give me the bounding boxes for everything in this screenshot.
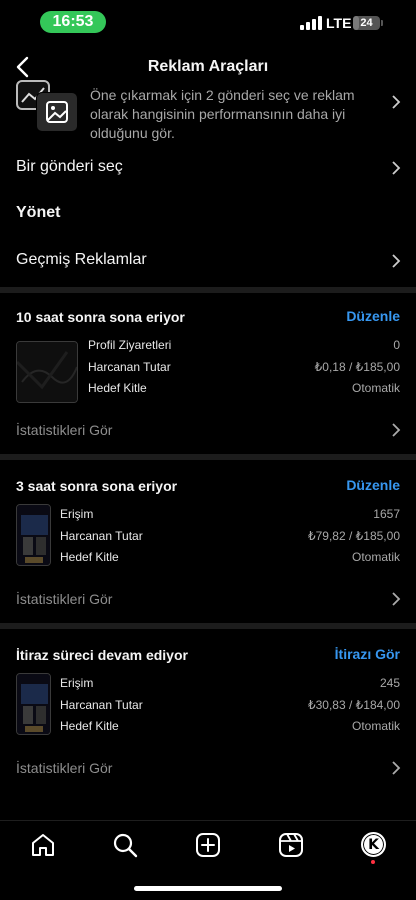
view-insights-link[interactable]: İstatistikleri Gör xyxy=(16,760,112,776)
network-type: LTE xyxy=(326,15,352,31)
metric-value: ₺79,82 / ₺185,00 xyxy=(307,529,400,543)
ad-status: 3 saat sonra sona eriyor xyxy=(16,478,178,494)
metric-label: Hedef Kitle xyxy=(88,381,147,395)
avatar-initial: K xyxy=(368,837,379,853)
metric-value: Otomatik xyxy=(351,550,400,564)
reels-icon[interactable] xyxy=(277,831,305,859)
image-icon xyxy=(36,92,78,132)
compare-posts-row[interactable]: Öne çıkarmak için 2 gönderi seç ve rekla… xyxy=(0,78,416,141)
divider xyxy=(0,454,416,460)
view-insights-link[interactable]: İstatistikleri Gör xyxy=(16,591,112,607)
home-icon[interactable] xyxy=(29,831,57,859)
metric-label: Harcanan Tutar xyxy=(60,529,143,543)
chevron-right-icon xyxy=(392,95,401,109)
metric-label: Erişim xyxy=(60,676,94,690)
chevron-right-icon[interactable] xyxy=(391,592,401,606)
home-indicator xyxy=(134,886,282,891)
manage-section: Yönet xyxy=(0,191,416,237)
edit-button[interactable]: Düzenle xyxy=(346,477,400,493)
metric-label: Harcanan Tutar xyxy=(60,698,143,712)
ad-thumbnail[interactable] xyxy=(16,504,51,566)
notification-dot xyxy=(371,860,375,864)
metric-value: Otomatik xyxy=(351,381,400,395)
search-icon[interactable] xyxy=(111,831,139,859)
compare-description: Öne çıkarmak için 2 gönderi seç ve rekla… xyxy=(90,87,355,141)
metric-label: Hedef Kitle xyxy=(60,550,119,564)
edit-button[interactable]: Düzenle xyxy=(346,308,400,324)
ad-status: 10 saat sonra sona eriyor xyxy=(16,309,185,325)
metric-label: Hedef Kitle xyxy=(60,719,119,733)
past-ads-label: Geçmiş Reklamlar xyxy=(16,251,147,268)
manage-heading: Yönet xyxy=(16,204,61,221)
page-title: Reklam Araçları xyxy=(147,58,269,75)
ad-thumbnail[interactable] xyxy=(16,341,78,403)
metric-value: Otomatik xyxy=(351,719,400,733)
metric-value: 0 xyxy=(393,338,400,352)
profile-avatar[interactable]: K xyxy=(361,832,386,857)
battery-percent: 24 xyxy=(360,17,373,29)
battery-cap xyxy=(381,20,383,26)
ad-card: 3 saat sonra sona eriyor Düzenle Erişim … xyxy=(0,462,416,624)
ad-thumbnail[interactable] xyxy=(16,673,51,735)
metric-label: Profil Ziyaretleri xyxy=(88,338,172,352)
status-time: 16:53 xyxy=(40,11,106,33)
status-bar: 16:53 LTE 24 xyxy=(0,0,416,44)
metric-value: 245 xyxy=(379,676,400,690)
divider xyxy=(0,623,416,629)
past-ads-row[interactable]: Geçmiş Reklamlar xyxy=(0,238,416,284)
view-insights-link[interactable]: İstatistikleri Gör xyxy=(16,422,112,438)
ad-card: 10 saat sonra sona eriyor Düzenle Profil… xyxy=(0,293,416,455)
ad-card: İtiraz süreci devam ediyor İtirazı Gör E… xyxy=(0,631,416,793)
chevron-right-icon xyxy=(392,254,401,268)
signal-icon xyxy=(300,16,322,30)
chevron-right-icon[interactable] xyxy=(391,761,401,775)
create-icon[interactable] xyxy=(194,831,222,859)
chevron-right-icon[interactable] xyxy=(391,423,401,437)
metric-value: 1657 xyxy=(373,507,400,521)
view-appeal-button[interactable]: İtirazı Gör xyxy=(335,646,400,662)
chevron-right-icon xyxy=(392,161,401,175)
ad-status: İtiraz süreci devam ediyor xyxy=(16,647,188,663)
select-post-row[interactable]: Bir gönderi seç xyxy=(0,145,416,191)
metric-label: Harcanan Tutar xyxy=(88,360,171,374)
battery-icon: 24 xyxy=(353,16,380,30)
metric-value: ₺30,83 / ₺184,00 xyxy=(307,698,400,712)
select-post-label: Bir gönderi seç xyxy=(16,158,123,175)
metric-label: Erişim xyxy=(60,507,94,521)
metric-value: ₺0,18 / ₺185,00 xyxy=(314,360,400,374)
